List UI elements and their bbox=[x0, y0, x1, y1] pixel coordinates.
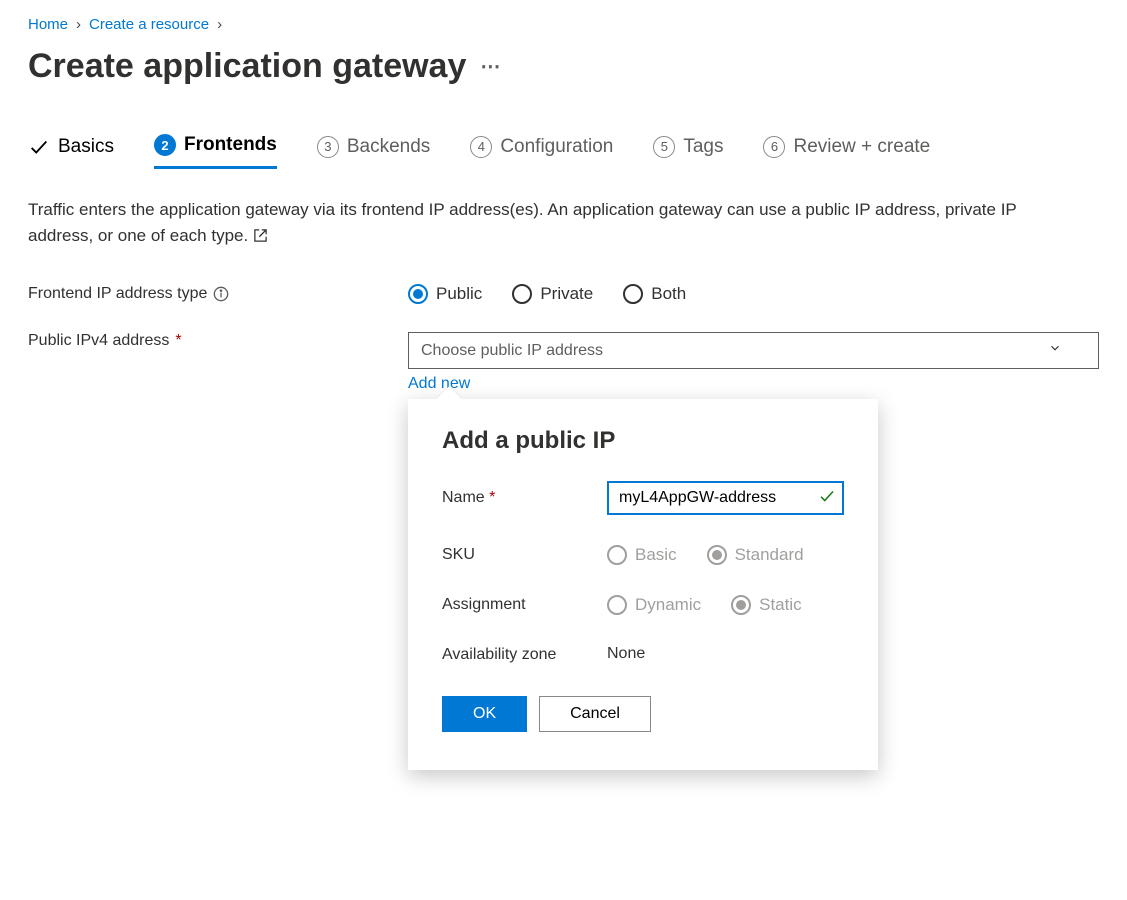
step-number-icon: 2 bbox=[154, 134, 176, 156]
radio-assignment-dynamic: Dynamic bbox=[607, 595, 701, 615]
label-frontend-ip-type-text: Frontend IP address type bbox=[28, 285, 207, 303]
radio-group-sku: Basic Standard bbox=[607, 545, 844, 565]
radio-public[interactable]: Public bbox=[408, 284, 482, 304]
radio-public-label: Public bbox=[436, 284, 482, 304]
required-indicator: * bbox=[175, 332, 181, 350]
radio-assignment-static: Static bbox=[731, 595, 802, 615]
add-new-public-ip-link[interactable]: Add new bbox=[408, 375, 470, 393]
label-sku: SKU bbox=[442, 546, 607, 564]
tab-frontends[interactable]: 2 Frontends bbox=[154, 134, 277, 169]
valid-check-icon bbox=[818, 487, 836, 509]
public-ip-dropdown-placeholder: Choose public IP address bbox=[421, 342, 603, 360]
frontends-description: Traffic enters the application gateway v… bbox=[28, 197, 1068, 250]
step-number-icon: 5 bbox=[653, 136, 675, 158]
row-public-ip: Public IPv4 address * Choose public IP a… bbox=[28, 332, 1099, 393]
radio-icon bbox=[512, 284, 532, 304]
step-number-icon: 6 bbox=[763, 136, 785, 158]
tab-basics-label: Basics bbox=[58, 136, 114, 158]
required-indicator: * bbox=[489, 489, 495, 506]
radio-sku-standard-label: Standard bbox=[735, 545, 804, 565]
value-availability-zone: None bbox=[607, 645, 844, 663]
frontends-description-text: Traffic enters the application gateway v… bbox=[28, 200, 1016, 245]
label-public-ip-text: Public IPv4 address bbox=[28, 332, 169, 350]
public-ip-dropdown[interactable]: Choose public IP address bbox=[408, 332, 1099, 369]
check-icon bbox=[28, 136, 50, 158]
tab-configuration-label: Configuration bbox=[500, 136, 613, 158]
page-title-text: Create application gateway bbox=[28, 47, 466, 86]
radio-icon bbox=[707, 545, 727, 565]
tab-backends[interactable]: 3 Backends bbox=[317, 136, 430, 168]
tab-backends-label: Backends bbox=[347, 136, 430, 158]
ip-name-input[interactable] bbox=[607, 481, 844, 515]
wizard-tabs: Basics 2 Frontends 3 Backends 4 Configur… bbox=[28, 134, 1099, 169]
ip-name-field bbox=[607, 481, 844, 515]
row-frontend-ip-type: Frontend IP address type Public Private … bbox=[28, 284, 1099, 304]
tab-configuration[interactable]: 4 Configuration bbox=[470, 136, 613, 168]
public-ip-field-wrap: Choose public IP address Add new Add a p… bbox=[408, 332, 1099, 393]
row-availability-zone: Availability zone None bbox=[442, 645, 844, 666]
radio-sku-standard: Standard bbox=[707, 545, 804, 565]
radio-private-label: Private bbox=[540, 284, 593, 304]
radio-icon bbox=[607, 545, 627, 565]
radio-sku-basic-label: Basic bbox=[635, 545, 677, 565]
radio-both-label: Both bbox=[651, 284, 686, 304]
breadcrumb-create-resource[interactable]: Create a resource bbox=[89, 16, 209, 33]
add-public-ip-callout: Add a public IP Name * SKU bbox=[408, 399, 878, 770]
callout-title: Add a public IP bbox=[442, 427, 844, 455]
tab-review-label: Review + create bbox=[793, 136, 930, 158]
radio-assignment-dynamic-label: Dynamic bbox=[635, 595, 701, 615]
cancel-button[interactable]: Cancel bbox=[539, 696, 651, 732]
info-icon[interactable] bbox=[213, 286, 229, 302]
row-ip-name: Name * bbox=[442, 481, 844, 515]
radio-icon bbox=[607, 595, 627, 615]
label-public-ip: Public IPv4 address * bbox=[28, 332, 408, 350]
radio-sku-basic: Basic bbox=[607, 545, 677, 565]
tab-tags[interactable]: 5 Tags bbox=[653, 136, 723, 168]
radio-both[interactable]: Both bbox=[623, 284, 686, 304]
breadcrumb: Home › Create a resource › bbox=[28, 16, 1099, 33]
label-ip-name: Name * bbox=[442, 489, 607, 507]
radio-icon bbox=[623, 284, 643, 304]
tab-review-create[interactable]: 6 Review + create bbox=[763, 136, 930, 168]
radio-icon bbox=[408, 284, 428, 304]
radio-icon bbox=[731, 595, 751, 615]
tab-tags-label: Tags bbox=[683, 136, 723, 158]
tab-frontends-label: Frontends bbox=[184, 134, 277, 156]
label-ip-name-text: Name bbox=[442, 489, 485, 506]
step-number-icon: 3 bbox=[317, 136, 339, 158]
label-assignment: Assignment bbox=[442, 596, 607, 614]
radio-assignment-static-label: Static bbox=[759, 595, 802, 615]
chevron-right-icon: › bbox=[217, 16, 222, 33]
external-link-icon[interactable] bbox=[253, 225, 268, 251]
tab-basics[interactable]: Basics bbox=[28, 136, 114, 168]
ok-button[interactable]: OK bbox=[442, 696, 527, 732]
callout-button-row: OK Cancel bbox=[442, 696, 844, 732]
row-sku: SKU Basic Standard bbox=[442, 545, 844, 565]
radio-group-frontend-ip-type: Public Private Both bbox=[408, 284, 686, 304]
row-assignment: Assignment Dynamic Static bbox=[442, 595, 844, 615]
chevron-right-icon: › bbox=[76, 16, 81, 33]
chevron-down-icon bbox=[1048, 341, 1062, 360]
breadcrumb-home[interactable]: Home bbox=[28, 16, 68, 33]
page-title: Create application gateway ⋯ bbox=[28, 47, 1099, 86]
label-availability-zone: Availability zone bbox=[442, 645, 607, 666]
radio-group-assignment: Dynamic Static bbox=[607, 595, 844, 615]
more-actions-button[interactable]: ⋯ bbox=[480, 54, 502, 79]
radio-private[interactable]: Private bbox=[512, 284, 593, 304]
label-frontend-ip-type: Frontend IP address type bbox=[28, 285, 408, 303]
step-number-icon: 4 bbox=[470, 136, 492, 158]
